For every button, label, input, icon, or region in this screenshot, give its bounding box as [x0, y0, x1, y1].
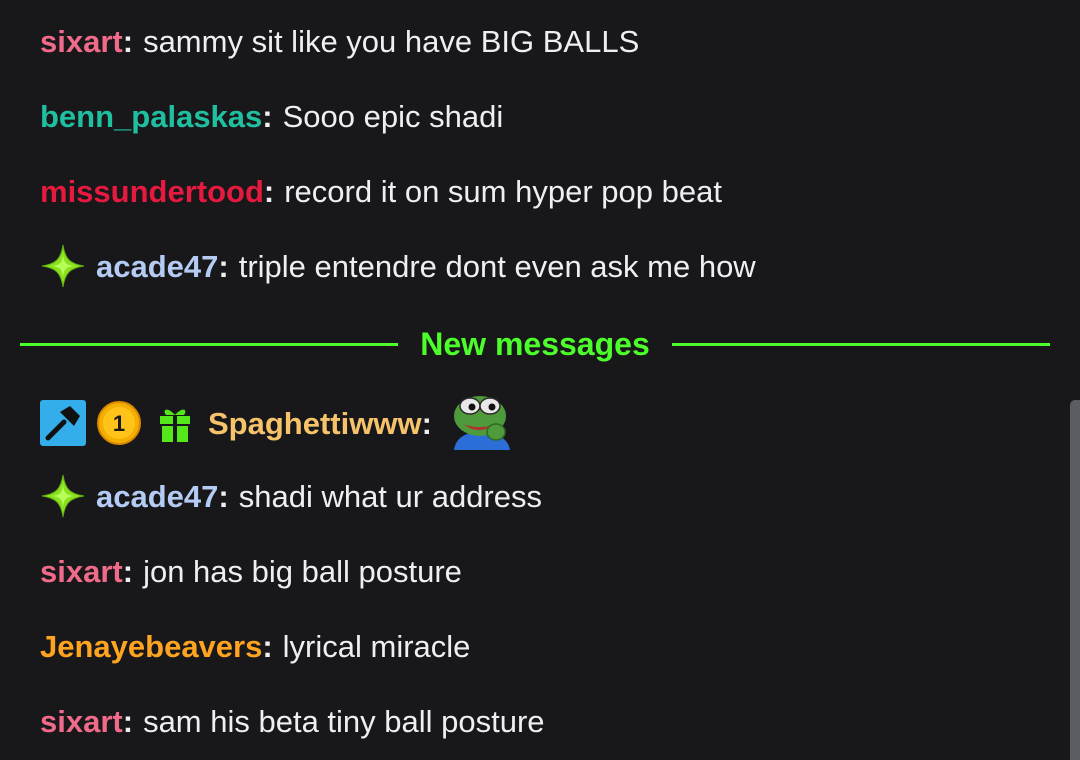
chat-message-text: jon has big ball posture: [143, 553, 462, 589]
divider-line-right: [671, 342, 1050, 346]
divider-line-left: [20, 342, 399, 346]
chat-colon: :: [262, 628, 273, 664]
chat-colon: :: [122, 703, 134, 739]
sparkle-badge-icon[interactable]: [40, 243, 86, 289]
chat-username[interactable]: Spaghettiwww: [208, 408, 422, 439]
pepe-emote-icon[interactable]: [446, 388, 516, 458]
chat-message: sixart : jon has big ball posture: [40, 543, 462, 599]
chat-message: acade47 : triple entendre dont even ask …: [40, 238, 756, 294]
chat-username[interactable]: benn_palaskas: [40, 101, 262, 132]
chat-message: benn_palaskas : Sooo epic shadi: [40, 88, 503, 144]
chat-message: missundertood : record it on sum hyper p…: [40, 163, 722, 219]
chat-colon: :: [122, 23, 134, 59]
chat-colon: :: [122, 553, 134, 589]
chat-username[interactable]: sixart: [40, 26, 123, 57]
chat-message-text: Sooo epic shadi: [282, 98, 504, 134]
chat-colon: :: [263, 173, 275, 209]
chat-message-list: sixart : sammy sit like you have BIG BAL…: [0, 0, 1066, 760]
chat-username[interactable]: missundertood: [40, 176, 264, 207]
chat-colon: :: [218, 478, 229, 514]
new-messages-divider: New messages: [20, 322, 1050, 366]
chat-message: sixart : sam his beta tiny ball posture: [40, 693, 545, 749]
chat-message-text: shadi what ur address: [238, 478, 542, 514]
chat-colon: :: [218, 248, 229, 284]
sub-tier-number: 1: [113, 411, 125, 436]
chat-username[interactable]: acade47: [96, 251, 218, 282]
sub-tier-1-badge-icon[interactable]: 1: [96, 400, 142, 446]
chat-message: acade47 : shadi what ur address: [40, 468, 542, 524]
new-messages-label: New messages: [420, 325, 650, 362]
chat-colon: :: [421, 405, 432, 441]
chat-message-text: sam his beta tiny ball posture: [143, 703, 545, 739]
chat-username[interactable]: acade47: [96, 481, 218, 512]
chat-message-text: record it on sum hyper pop beat: [284, 173, 722, 209]
chat-message: sixart : sammy sit like you have BIG BAL…: [40, 13, 639, 69]
chat-username[interactable]: sixart: [40, 556, 123, 587]
sparkle-badge-icon[interactable]: [40, 473, 86, 519]
chat-message-text: lyrical miracle: [282, 628, 471, 664]
chat-colon: :: [262, 98, 273, 134]
chat-username[interactable]: sixart: [40, 706, 123, 737]
gift-badge-icon[interactable]: [152, 400, 198, 446]
chat-message: 1 Spaghettiwww :: [40, 388, 516, 458]
moderator-badge-icon[interactable]: [40, 400, 86, 446]
chat-message: Jenayebeavers : lyrical miracle: [40, 618, 470, 674]
chat-message-text: sammy sit like you have BIG BALLS: [143, 23, 640, 59]
chat-username[interactable]: Jenayebeavers: [40, 631, 262, 662]
chat-message-text: triple entendre dont even ask me how: [238, 248, 756, 284]
chat-scrollbar[interactable]: [1070, 400, 1080, 760]
